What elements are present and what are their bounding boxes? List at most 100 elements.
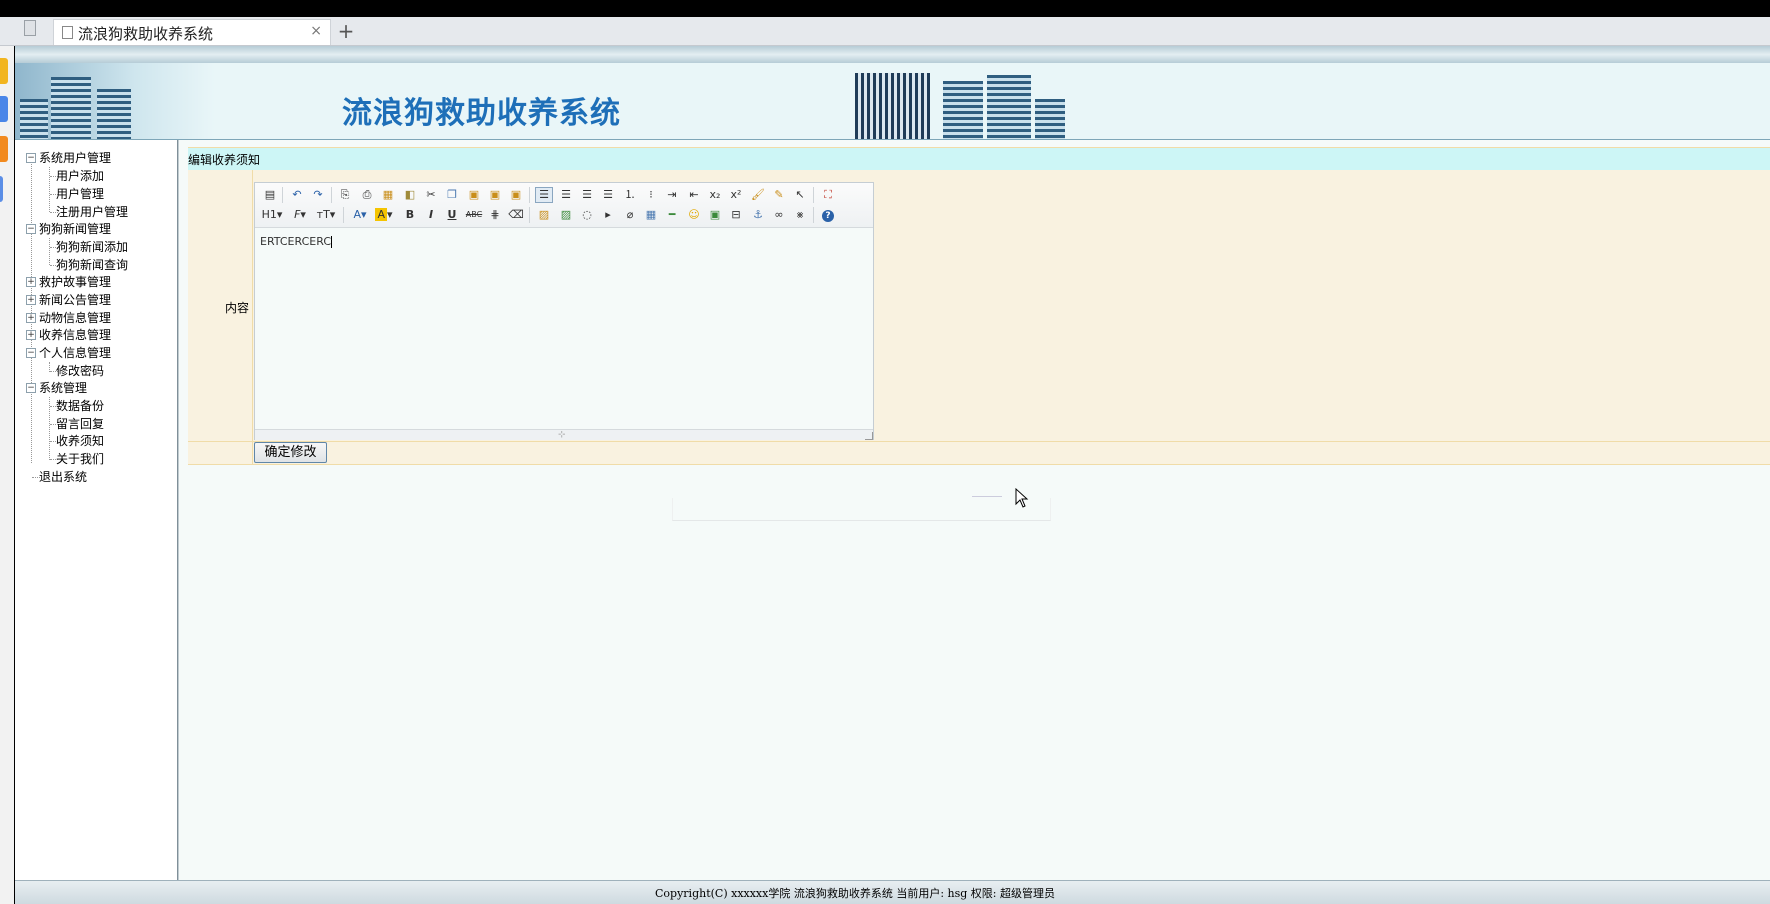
submit-cell — [253, 442, 1770, 465]
sidebar-item-label: 狗狗新闻管理 — [39, 222, 112, 236]
align-center-icon[interactable]: ☰ — [557, 187, 575, 203]
table-icon[interactable]: ▦ — [642, 207, 660, 223]
clear-format-icon[interactable]: 🖌 — [749, 187, 767, 203]
copy-icon[interactable]: ❐ — [443, 187, 461, 203]
subscript-icon[interactable]: x₂ — [706, 187, 724, 203]
font-family-icon[interactable]: F▾ — [288, 207, 312, 223]
building-graphic — [20, 99, 48, 139]
expand-icon[interactable]: + — [26, 277, 36, 287]
rss-icon[interactable] — [0, 136, 8, 162]
bookmark-icon[interactable] — [0, 58, 8, 84]
strikethrough-icon[interactable]: ABC — [465, 207, 483, 223]
select-icon[interactable]: ↖ — [791, 187, 809, 203]
collapse-icon[interactable]: − — [26, 383, 36, 393]
indent-icon[interactable]: ⇥ — [663, 187, 681, 203]
toolbar-separator — [343, 207, 344, 223]
heading-icon[interactable]: H1▾ — [259, 207, 285, 223]
help-icon[interactable]: ? — [819, 207, 837, 223]
collapse-icon[interactable]: − — [26, 153, 36, 163]
footer: Copyright(C) xxxxxx学院 流浪狗救助收养系统 当前用户: hs… — [15, 880, 1770, 904]
fullscreen-icon[interactable]: ⛶ — [819, 187, 837, 203]
document-icon — [62, 26, 73, 39]
source-icon[interactable]: ▤ — [261, 187, 279, 203]
select-all-icon[interactable]: ✎ — [770, 187, 788, 203]
font-size-icon[interactable]: тT▾ — [313, 207, 339, 223]
sidebar-item-label: 动物信息管理 — [39, 311, 112, 325]
template-icon[interactable]: ▦ — [379, 187, 397, 203]
confirm-edit-button[interactable]: 确定修改 — [254, 442, 327, 463]
toolbar-separator — [282, 187, 283, 203]
preview-icon[interactable]: ⎘ — [336, 187, 354, 203]
sidebar-item-label: 留言回复 — [56, 417, 105, 431]
unordered-list-icon[interactable]: ⁝ — [642, 187, 660, 203]
collapse-icon[interactable]: − — [26, 224, 36, 234]
toolbar-separator — [813, 187, 814, 203]
anchor-icon[interactable]: ⚓ — [749, 207, 767, 223]
main-content: 编辑收养须知 内容 ▤ ↶ ↷ ⎘ ⎙ ▦ ◧ ✂ ❐ ▣ ▣ ▣ ☰ ☰ ☰ … — [178, 140, 1770, 880]
new-tab-button[interactable]: + — [333, 17, 359, 45]
paste-text-icon[interactable]: ▣ — [486, 187, 504, 203]
browser-tab[interactable]: 流浪狗救助收养系统 × — [53, 19, 331, 45]
ordered-list-icon[interactable]: ⒈ — [621, 187, 639, 203]
hr-icon[interactable]: ━ — [663, 207, 681, 223]
expand-icon[interactable]: + — [26, 313, 36, 323]
font-color-icon[interactable]: A▾ — [349, 207, 371, 223]
expand-icon[interactable]: + — [26, 330, 36, 340]
tool-icon[interactable] — [0, 176, 3, 202]
emoticon-icon[interactable]: ☺ — [685, 207, 703, 223]
media-icon[interactable]: ▸ — [599, 207, 617, 223]
undo-icon[interactable]: ↶ — [288, 187, 306, 203]
code-icon[interactable]: ◧ — [401, 187, 419, 203]
italic-icon[interactable]: I — [422, 207, 440, 223]
pagebreak-icon[interactable]: ⊟ — [727, 207, 745, 223]
tower-graphic — [855, 73, 930, 139]
attachment-icon[interactable]: ⌀ — [621, 207, 639, 223]
app-icon[interactable] — [0, 96, 8, 122]
redo-icon[interactable]: ↷ — [309, 187, 327, 203]
editor-content-area[interactable]: ERTCERCERC — [255, 228, 873, 429]
sidebar-item-label: 注册用户管理 — [56, 205, 129, 219]
sidebar-item-label: 用户管理 — [56, 187, 105, 201]
app-page: 流浪狗救助收养系统 − 系统用户管理 用户添加 用户管理 注册用户管理 − 狗狗… — [15, 46, 1770, 904]
link-icon[interactable]: ∞ — [770, 207, 788, 223]
collapse-icon[interactable]: − — [26, 348, 36, 358]
resize-corner-icon[interactable] — [865, 432, 873, 440]
multi-image-icon[interactable]: ▨ — [557, 207, 575, 223]
paste-icon[interactable]: ▣ — [465, 187, 483, 203]
justify-icon[interactable]: ☰ — [599, 187, 617, 203]
empty-label-cell — [188, 442, 253, 465]
bold-icon[interactable]: B — [401, 207, 419, 223]
font-family-label: F — [294, 208, 301, 221]
cut-icon[interactable]: ✂ — [422, 187, 440, 203]
underline-icon[interactable]: U — [443, 207, 461, 223]
close-tab-icon[interactable]: × — [310, 23, 322, 39]
align-left-icon[interactable]: ☰ — [535, 187, 553, 203]
building-graphic — [51, 77, 91, 139]
browser-tab-title: 流浪狗救助收养系统 — [78, 25, 214, 43]
building-graphic — [97, 89, 131, 139]
superscript-icon[interactable]: x² — [727, 187, 745, 203]
highlight-icon[interactable]: A ▾ — [373, 207, 395, 223]
sidebar-item-label: 系统用户管理 — [39, 151, 112, 165]
form-title: 编辑收养须知 — [188, 153, 261, 167]
browser-tab-strip: 流浪狗救助收养系统 × — [0, 17, 1770, 46]
nav-tree: − 系统用户管理 用户添加 用户管理 注册用户管理 − 狗狗新闻管理 狗狗新闻添… — [15, 140, 179, 880]
line-height-icon[interactable]: ⋕ — [486, 207, 504, 223]
paste-word-icon[interactable]: ▣ — [507, 187, 525, 203]
unlink-icon[interactable]: ⨳ — [791, 207, 809, 223]
remove-format-icon[interactable]: ⌫ — [507, 207, 525, 223]
resize-grip-icon[interactable]: ⊹ — [558, 431, 566, 440]
toolbar-separator — [529, 207, 530, 223]
font-size-label: тT — [316, 208, 330, 221]
sidebar-item-label: 个人信息管理 — [39, 346, 112, 360]
print-icon[interactable]: ⎙ — [358, 187, 376, 203]
toolbar-separator — [331, 187, 332, 203]
map-icon[interactable]: ▣ — [706, 207, 724, 223]
image-icon[interactable]: ▨ — [535, 207, 553, 223]
flash-icon[interactable]: ◌ — [578, 207, 596, 223]
outdent-icon[interactable]: ⇤ — [685, 187, 703, 203]
sidebar-toggle-icon[interactable] — [24, 20, 36, 36]
align-right-icon[interactable]: ☰ — [578, 187, 596, 203]
expand-icon[interactable]: + — [26, 295, 36, 305]
hidden-panel-outline — [672, 498, 1051, 521]
